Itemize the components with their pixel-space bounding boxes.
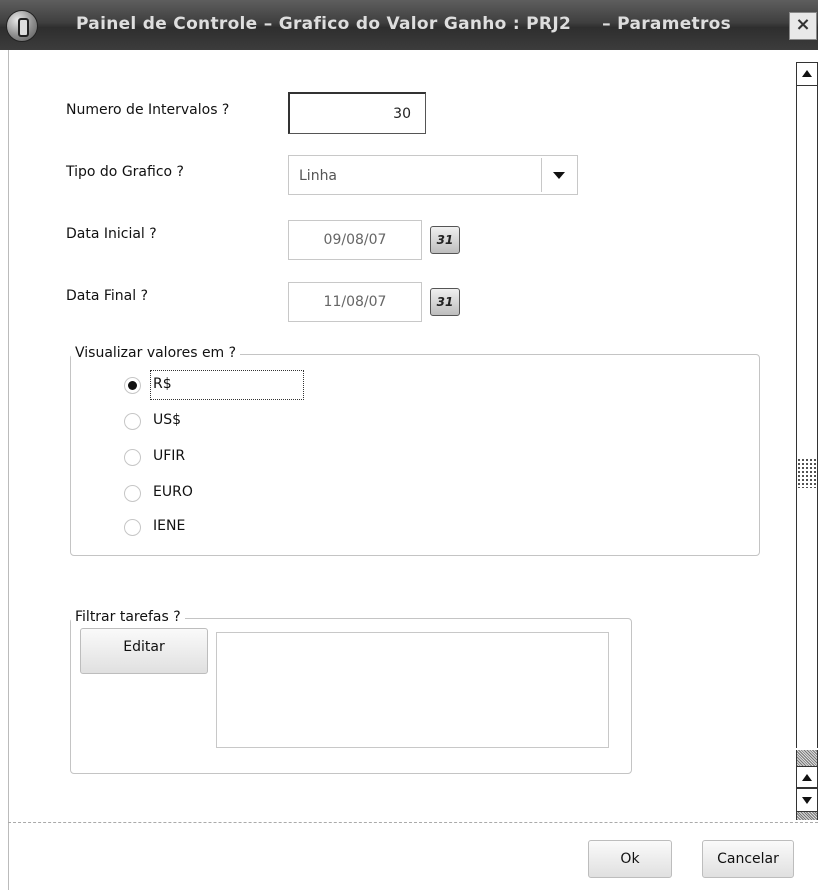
start-date-label: Data Inicial ? — [66, 226, 157, 242]
intervals-input[interactable] — [288, 92, 426, 134]
filter-memo[interactable] — [216, 632, 609, 748]
vertical-scrollbar[interactable] — [796, 62, 818, 822]
calendar-icon[interactable]: 31 — [430, 226, 460, 254]
radio-label: US$ — [153, 412, 182, 428]
scrollbar-grip[interactable] — [797, 458, 818, 488]
radio-label: R$ — [153, 376, 172, 392]
end-date-label: Data Final ? — [66, 288, 149, 304]
radio-button[interactable] — [124, 377, 141, 394]
currency-group-legend: Visualizar valores em ? — [71, 345, 241, 361]
start-date-input[interactable]: 09/08/07 — [288, 220, 422, 260]
radio-button[interactable] — [124, 485, 141, 502]
chevron-down-icon[interactable] — [541, 158, 575, 192]
calendar-icon[interactable]: 31 — [430, 288, 460, 316]
arrow-up-icon[interactable] — [796, 62, 818, 86]
chart-type-value: Linha — [299, 168, 338, 184]
close-button[interactable]: × — [789, 12, 817, 40]
ok-button[interactable]: Ok — [588, 840, 672, 878]
window-title: Painel de Controle – Grafico do Valor Ga… — [76, 14, 732, 34]
radio-button[interactable] — [124, 449, 141, 466]
end-date-input[interactable]: 11/08/07 — [288, 282, 422, 322]
scrollbar-track[interactable] — [796, 86, 818, 748]
footer-border — [8, 823, 9, 890]
frame-border — [8, 50, 9, 822]
arrow-up-icon[interactable] — [796, 766, 818, 788]
focus-indicator — [150, 370, 304, 400]
title-bar: Painel de Controle – Grafico do Valor Ga… — [0, 0, 818, 50]
app-logo-icon — [6, 10, 38, 42]
cancel-button[interactable]: Cancelar — [702, 840, 794, 878]
chart-type-select[interactable]: Linha — [288, 155, 578, 195]
frame-divider — [8, 822, 818, 824]
chart-type-label: Tipo do Grafico ? — [66, 164, 184, 180]
edit-button[interactable]: Editar — [80, 628, 208, 674]
radio-button[interactable] — [124, 413, 141, 430]
radio-label: IENE — [153, 518, 186, 534]
radio-label: EURO — [153, 484, 193, 500]
radio-label: UFIR — [153, 448, 186, 464]
intervals-label: Numero de Intervalos ? — [66, 102, 230, 118]
radio-button[interactable] — [124, 519, 141, 536]
arrow-down-icon[interactable] — [796, 788, 818, 812]
filter-group-legend: Filtrar tarefas ? — [71, 609, 185, 625]
